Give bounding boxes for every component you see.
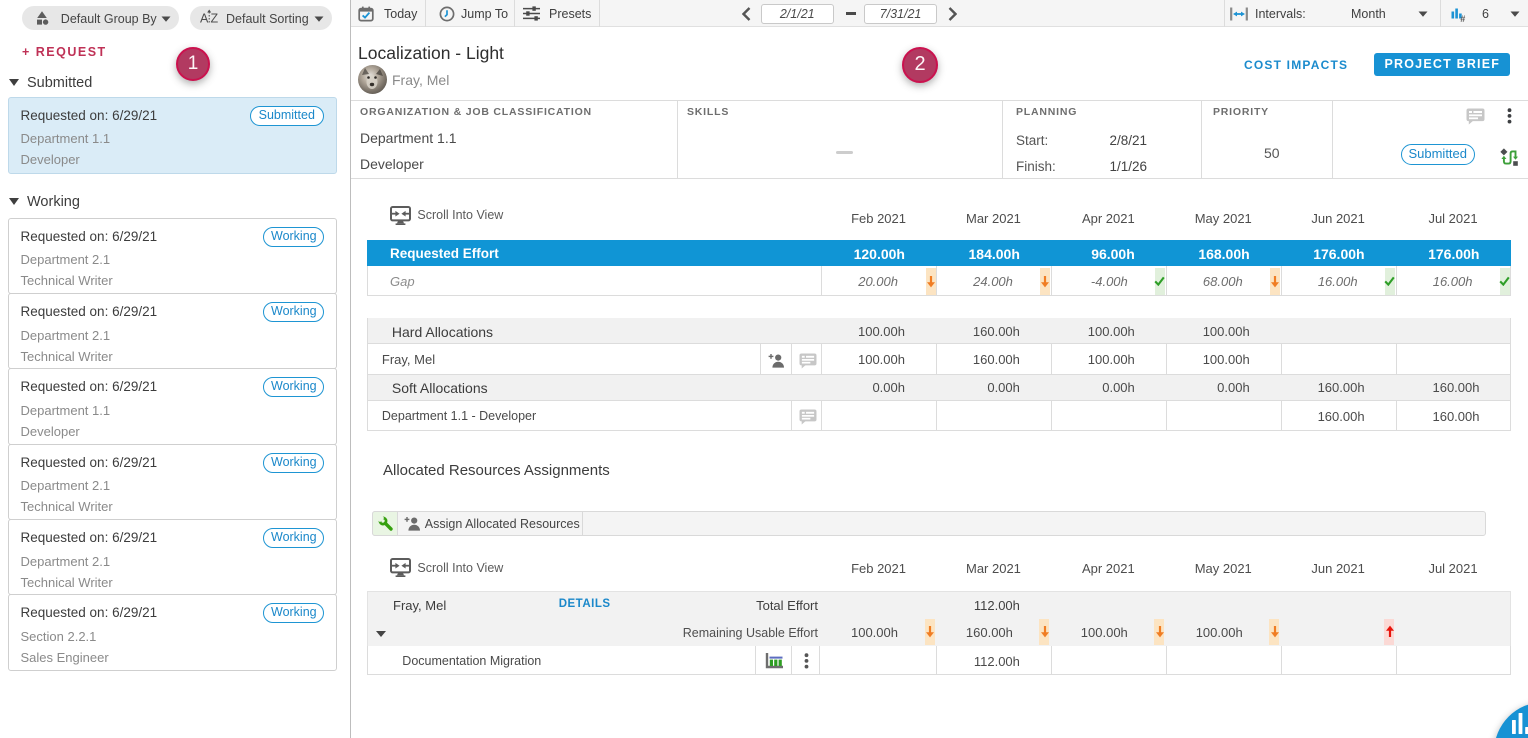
svg-text:Z: Z (211, 12, 219, 26)
svg-text:#: # (1460, 14, 1465, 22)
svg-text:A: A (200, 12, 209, 26)
